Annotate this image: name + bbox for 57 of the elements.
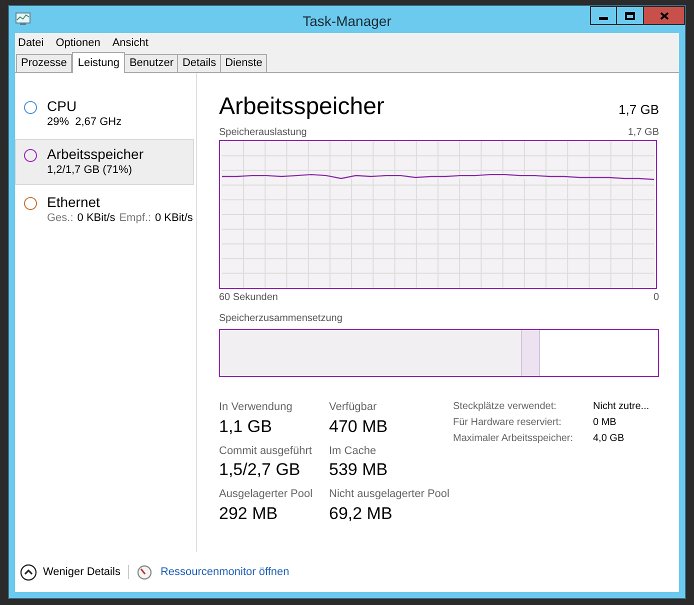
tab[interactable]: Dienste <box>220 54 268 72</box>
detail-value: 4,0 GB <box>593 432 624 446</box>
detail-label: Steckplätze verwendet: <box>453 400 558 414</box>
panel-title: Arbeitsspeicher <box>219 93 384 121</box>
stat-value: 539 MB <box>329 459 388 481</box>
window-title: Task-Manager <box>302 12 392 31</box>
stat-label: Verfügbar <box>329 400 378 415</box>
total-memory: 1,7 GB <box>618 101 659 119</box>
minimize-icon <box>599 16 608 20</box>
composition-label: Speicherzusammensetzung <box>219 312 344 326</box>
graph-max: 1,7 GB <box>628 126 659 140</box>
tab[interactable]: Details <box>177 54 222 72</box>
tab[interactable]: Leistung <box>72 52 126 73</box>
minimize-button[interactable] <box>590 6 617 25</box>
sidebar-item[interactable]: Arbeitsspeicher 1,2/1,7 GB (71%) <box>15 139 194 185</box>
tab[interactable]: Benutzer <box>124 54 178 72</box>
stat-label: Commit ausgeführt <box>219 444 313 458</box>
stat-value: 69,2 MB <box>329 502 394 524</box>
menu-item[interactable]: Optionen <box>56 34 100 52</box>
maximize-button[interactable] <box>617 6 644 25</box>
chevron-up-icon <box>20 564 37 580</box>
item-name: CPU <box>47 97 78 115</box>
detail-label: Maximaler Arbeitsspeicher: <box>453 432 574 446</box>
sidebar-item[interactable]: CPU 29% 2,67 GHz <box>15 91 194 137</box>
close-icon <box>660 12 668 20</box>
detail-value: 0 MB <box>593 416 616 430</box>
stat-label: Im Cache <box>329 444 378 458</box>
detail-value: Nicht zutre... <box>593 400 650 414</box>
sidebar-item[interactable]: Ethernet Ges.: 0 KBit/s Empf.: 0 KBit/s <box>15 187 194 233</box>
tab[interactable]: Prozesse <box>16 54 72 72</box>
item-name: Arbeitsspeicher <box>47 145 144 163</box>
maximize-icon <box>625 12 635 20</box>
close-button[interactable] <box>644 6 685 25</box>
item-name: Ethernet <box>47 193 101 211</box>
menu-item[interactable]: Datei <box>18 34 44 52</box>
axis-start-label: 60 Sekunden <box>219 291 278 305</box>
stat-label: In Verwendung <box>219 400 294 415</box>
stat-value: 292 MB <box>219 502 279 524</box>
menu-item[interactable]: Ansicht <box>112 34 148 52</box>
gauge-icon <box>137 564 152 580</box>
item-detail: 1,2/1,7 GB (71%) <box>47 163 133 177</box>
stat-value: 1,1 GB <box>219 416 273 438</box>
graph-label: Speicherauslastung <box>219 126 307 140</box>
monitor-icon <box>15 12 31 26</box>
stat-value: 470 MB <box>329 416 388 438</box>
stat-label: Nicht ausgelagerter Pool <box>329 487 450 502</box>
stat-label: Ausgelagerter Pool <box>219 487 313 502</box>
item-detail-value: 0 KBit/s <box>77 211 116 225</box>
less-details-button[interactable]: Weniger Details <box>20 564 120 580</box>
item-detail: 29% 2,67 GHz <box>47 115 122 129</box>
item-detail-value: 0 KBit/s <box>155 211 193 225</box>
resource-monitor-link[interactable]: Ressourcenmonitor öffnen <box>160 564 290 580</box>
item-detail-label: Ges.: <box>47 211 74 225</box>
axis-end-label: 0 <box>653 291 659 305</box>
item-detail-label: Empf.: <box>119 211 151 225</box>
detail-label: Für Hardware reserviert: <box>453 416 562 430</box>
stat-value: 1,5/2,7 GB <box>219 459 302 481</box>
